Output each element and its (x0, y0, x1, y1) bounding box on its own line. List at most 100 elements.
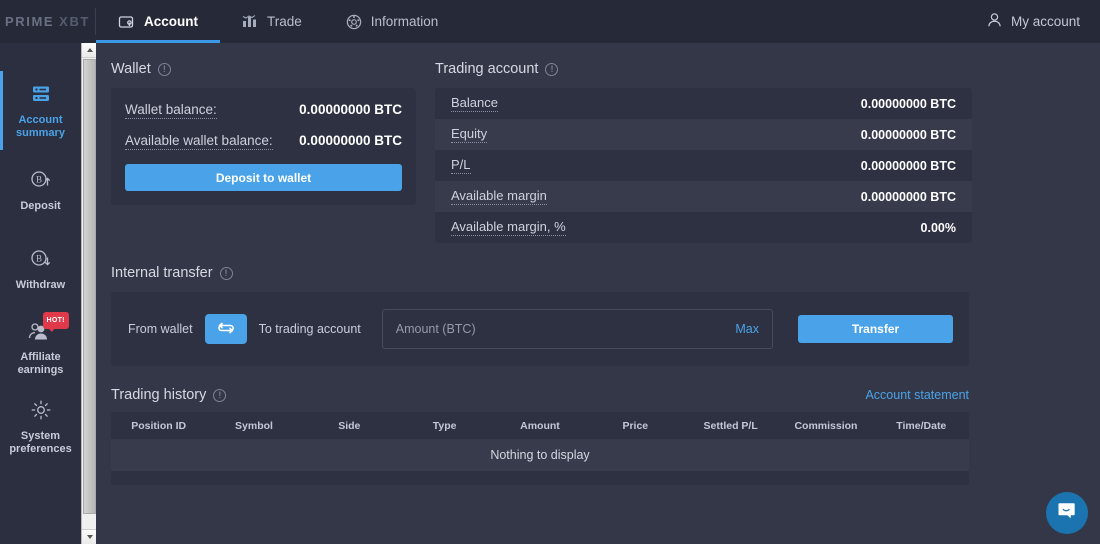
swap-direction-button[interactable] (204, 314, 247, 344)
column-header-side: Side (338, 419, 361, 432)
trading-history-panel: Trading history ! Account statement Posi… (111, 387, 969, 497)
user-icon (987, 12, 1002, 31)
table-footer-pad (111, 471, 969, 485)
bitcoin-down-icon: B (28, 246, 54, 272)
column-header-settled-pl: Settled P/L (703, 419, 758, 432)
sidebar-item-affiliate-earnings-label: Affiliate earnings (17, 351, 64, 376)
trading-account-row-available-margin-pct: Available margin, % 0.00% (435, 212, 972, 243)
scrollbar-thumb[interactable] (83, 59, 96, 514)
available-margin-pct-value: 0.00% (920, 220, 956, 235)
sidebar-item-account-summary-label: Account summary (16, 114, 65, 139)
equity-value: 0.00000000 BTC (860, 127, 956, 142)
trading-account-panel: Trading account ! Balance 0.00000000 BTC… (435, 61, 972, 243)
column-header-price: Price (622, 419, 649, 432)
chat-smile-icon (1056, 500, 1078, 527)
chevron-down-icon (86, 535, 93, 539)
info-circle-icon (346, 14, 362, 30)
deposit-to-wallet-button[interactable]: Deposit to wallet (125, 164, 402, 191)
scrollbar-down-button[interactable] (82, 529, 97, 544)
brand-logo[interactable]: PRIME XBT (0, 0, 95, 43)
available-margin-pct-label[interactable]: Available margin, % (451, 219, 566, 236)
top-tabs: Account Trade Information (96, 0, 460, 43)
available-wallet-balance-row: Available wallet balance: 0.00000000 BTC (125, 133, 402, 150)
my-account-label: My account (1010, 14, 1080, 29)
tab-account[interactable]: Account (96, 0, 220, 43)
trading-history-info-icon[interactable]: ! (213, 388, 227, 402)
trading-history-table: Position ID Symbol Side Type Amount Pric… (111, 412, 969, 485)
my-account-menu[interactable]: My account (969, 0, 1100, 43)
transfer-button[interactable]: Transfer (798, 315, 953, 343)
brand-logo-prime: PRIME (5, 14, 55, 29)
internal-transfer-title-text: Internal transfer (111, 265, 213, 281)
sidebar-top-spacer (0, 43, 81, 71)
table-bottom-gap (111, 485, 969, 497)
wallet-panel: Wallet ! Wallet balance: 0.00000000 BTC … (111, 61, 416, 243)
wallet-balance-row: Wallet balance: 0.00000000 BTC (125, 102, 402, 119)
table-empty-state: Nothing to display (111, 439, 969, 471)
sidebar: Account summary B Deposit B Withdraw HOT… (0, 43, 81, 544)
hot-badge: HOT! (42, 312, 69, 332)
transfer-max-link[interactable]: Max (735, 322, 759, 336)
internal-transfer-panel: Internal transfer ! From wallet To tradi… (111, 265, 969, 366)
top-navigation-bar: PRIME XBT Account Trade Information My a… (0, 0, 1100, 43)
available-margin-label[interactable]: Available margin (451, 188, 547, 205)
wallet-balance-label[interactable]: Wallet balance: (125, 102, 217, 119)
equity-label[interactable]: Equity (451, 126, 488, 143)
trading-account-row-pl: P/L 0.00000000 BTC (435, 150, 972, 181)
column-header-amount: Amount (520, 419, 560, 432)
sidebar-item-deposit[interactable]: B Deposit (0, 150, 81, 229)
tab-trade[interactable]: Trade (220, 0, 324, 43)
bar-chart-icon (242, 14, 258, 29)
table-header-row: Position ID Symbol Side Type Amount Pric… (111, 412, 969, 439)
sidebar-item-affiliate-earnings[interactable]: HOT! Affiliate earnings (0, 308, 81, 387)
gear-icon (30, 397, 52, 423)
balance-label[interactable]: Balance (451, 95, 498, 112)
trading-history-section-title: Trading history ! (111, 387, 227, 403)
chat-launcher-button[interactable] (1046, 492, 1088, 534)
account-statement-link[interactable]: Account statement (865, 388, 969, 402)
transfer-amount-input[interactable] (395, 322, 736, 336)
scrollbar-up-button[interactable] (82, 43, 97, 58)
column-header-type: Type (432, 419, 457, 432)
trading-account-row-available-margin: Available margin 0.00000000 BTC (435, 181, 972, 212)
wallet-title-text: Wallet (111, 61, 151, 77)
wallet-info-icon[interactable]: ! (157, 62, 171, 76)
brand-logo-xbt: XBT (59, 14, 90, 29)
transfer-to-label: To trading account (258, 322, 361, 336)
sidebar-item-withdraw[interactable]: B Withdraw (0, 229, 81, 308)
pl-label[interactable]: P/L (451, 157, 471, 174)
dashboard-icon (30, 81, 52, 107)
trading-history-header: Trading history ! Account statement (111, 387, 969, 403)
chevron-up-icon (86, 48, 93, 52)
top-panels-row: Wallet ! Wallet balance: 0.00000000 BTC … (111, 61, 1100, 243)
internal-transfer-card: From wallet To trading account Max (111, 292, 969, 366)
column-header-symbol: Symbol (235, 419, 273, 432)
trading-account-section-title: Trading account ! (435, 61, 972, 77)
tab-account-label: Account (144, 14, 198, 29)
trading-history-title-text: Trading history (111, 387, 207, 403)
trading-account-row-balance: Balance 0.00000000 BTC (435, 88, 972, 119)
pl-value: 0.00000000 BTC (860, 158, 956, 173)
svg-text:B: B (35, 174, 41, 184)
sidebar-item-deposit-label: Deposit (20, 199, 61, 212)
wallet-balance-value: 0.00000000 BTC (299, 102, 402, 117)
tab-trade-label: Trade (267, 14, 302, 29)
sidebar-item-account-summary[interactable]: Account summary (0, 71, 81, 150)
wallet-icon (118, 14, 135, 30)
column-header-position-id: Position ID (131, 419, 187, 432)
tab-information[interactable]: Information (324, 0, 461, 43)
svg-text:B: B (35, 253, 41, 263)
page-scrollbar[interactable] (81, 43, 97, 544)
swap-arrows-icon (216, 319, 236, 340)
sidebar-item-withdraw-label: Withdraw (15, 278, 66, 291)
column-header-commission: Commission (794, 419, 858, 432)
app-root: PRIME XBT Account Trade Information My a… (0, 0, 1100, 544)
internal-transfer-info-icon[interactable]: ! (219, 266, 233, 280)
trading-account-row-equity: Equity 0.00000000 BTC (435, 119, 972, 150)
tab-information-label: Information (370, 14, 439, 29)
trading-account-info-icon[interactable]: ! (545, 62, 559, 76)
sidebar-item-system-preferences-label: System preferences (9, 430, 72, 455)
available-wallet-balance-label[interactable]: Available wallet balance: (125, 133, 273, 150)
sidebar-item-system-preferences[interactable]: System preferences (0, 387, 81, 466)
